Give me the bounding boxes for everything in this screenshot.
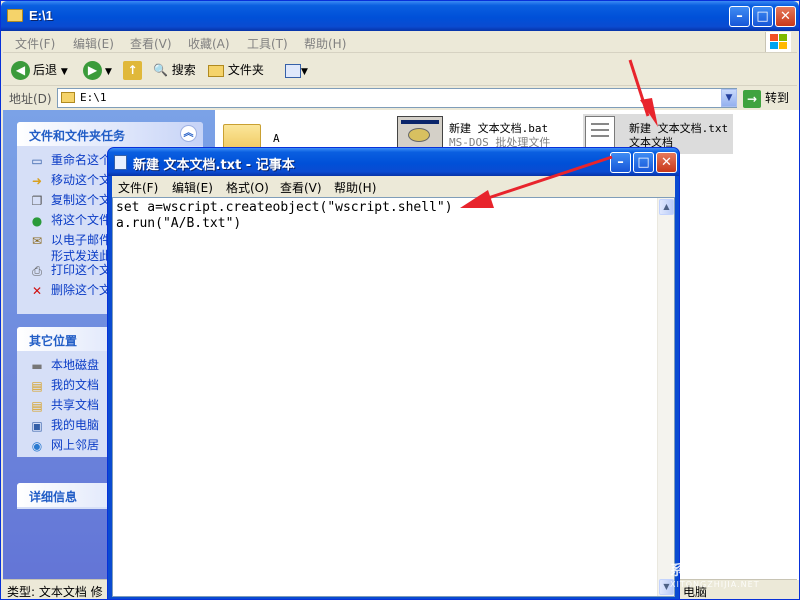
file-name: A (273, 132, 280, 145)
place-label: 我的文档 (51, 378, 100, 392)
watermark-logo: 系统之家 XITONGZHIJIA.NET (640, 560, 795, 594)
go-label: 转到 (765, 91, 790, 105)
menu-file[interactable]: 文件(F) (15, 35, 55, 52)
watermark-url: XITONGZHIJIA.NET (670, 580, 760, 589)
address-input[interactable]: E:\1 (57, 88, 737, 108)
delete-icon: ✕ (31, 284, 43, 298)
notepad-text-area[interactable]: set a=wscript.createobject("wscript.shel… (112, 197, 675, 597)
shared-folder-icon: ▤ (31, 399, 43, 413)
rename-icon: ▭ (31, 154, 43, 168)
scroll-up-icon[interactable]: ▲ (659, 199, 674, 215)
notepad-window: 新建 文本文档.txt - 记事本 – □ ✕ 文件(F) 编辑(E) 格式(O… (107, 147, 680, 600)
place-label: 本地磁盘 (51, 358, 100, 372)
explorer-toolbar: ◀ 后退 ▼ ▶ ▼ ↑ 🔍 搜索 文件夹 ▼ (3, 54, 797, 86)
folders-button[interactable]: 文件夹 (208, 59, 264, 81)
move-icon: ➜ (31, 174, 43, 188)
folders-icon (208, 64, 224, 77)
back-arrow-icon: ◀ (11, 61, 30, 80)
address-dropdown-button[interactable]: ▼ (721, 89, 737, 107)
notepad-menu-view[interactable]: 查看(V) (280, 179, 322, 196)
collapse-icon[interactable]: ︽ (180, 125, 197, 142)
address-label: 地址(D) (9, 92, 52, 106)
search-label: 搜索 (171, 63, 196, 77)
vertical-scrollbar[interactable]: ▲ ▼ (657, 198, 674, 596)
notepad-menu-help[interactable]: 帮助(H) (334, 179, 376, 196)
notepad-minimize-button[interactable]: – (610, 152, 631, 173)
place-label: 我的电脑 (51, 418, 100, 432)
disk-icon: ▬ (31, 359, 43, 373)
text-file-icon (585, 116, 615, 150)
maximize-button[interactable]: □ (752, 6, 773, 27)
explorer-title: E:\1 (29, 8, 53, 23)
address-bar: 地址(D) E:\1 ▼ → 转到 (3, 87, 797, 109)
go-button[interactable]: → 转到 (743, 88, 789, 108)
explorer-menubar: 文件(F) 编辑(E) 查看(V) 收藏(A) 工具(T) 帮助(H) (3, 31, 797, 53)
notepad-menu-format[interactable]: 格式(O) (226, 179, 269, 196)
notepad-title: 新建 文本文档.txt - 记事本 (133, 158, 295, 173)
place-label: 网上邻居 (51, 438, 100, 452)
file-tasks-header[interactable]: 文件和文件夹任务 ︽ (17, 122, 203, 146)
file-tasks-title: 文件和文件夹任务 (29, 129, 126, 143)
explorer-titlebar[interactable]: E:\1 – □ ✕ (1, 1, 799, 31)
folders-label: 文件夹 (227, 63, 264, 77)
back-button[interactable]: ◀ 后退 ▼ (11, 59, 68, 81)
watermark-text: 系统之家 (670, 563, 726, 579)
search-icon: 🔍 (153, 63, 168, 77)
minimize-button[interactable]: – (729, 6, 750, 27)
notepad-close-button[interactable]: ✕ (656, 152, 677, 173)
menu-help[interactable]: 帮助(H) (304, 35, 346, 52)
code-line: a.run("A/B.txt") (116, 216, 242, 231)
copy-icon: ❐ (31, 194, 43, 208)
up-folder-icon: ↑ (123, 61, 142, 80)
globe-icon: ● (31, 214, 43, 228)
menu-view[interactable]: 查看(V) (130, 35, 172, 52)
place-label: 共享文档 (51, 398, 100, 412)
notepad-maximize-button[interactable]: □ (633, 152, 654, 173)
task-email[interactable]: ✉ 以电子邮件形式发送此文件 (29, 232, 119, 262)
details-title: 详细信息 (29, 490, 78, 504)
search-button[interactable]: 🔍 搜索 (153, 59, 196, 81)
back-label: 后退 (33, 63, 58, 77)
computer-icon: ▣ (31, 419, 43, 433)
email-icon: ✉ (31, 234, 43, 248)
batch-file-icon (397, 116, 443, 150)
views-icon (285, 63, 301, 78)
go-arrow-icon: → (743, 89, 761, 108)
menu-tools[interactable]: 工具(T) (247, 35, 288, 52)
menu-favorites[interactable]: 收藏(A) (188, 35, 230, 52)
documents-icon: ▤ (31, 379, 43, 393)
notepad-icon (114, 155, 127, 170)
notepad-menu-file[interactable]: 文件(F) (118, 179, 158, 196)
menu-edit[interactable]: 编辑(E) (73, 35, 114, 52)
other-places-title: 其它位置 (29, 334, 78, 348)
up-folder-button[interactable]: ↑ (123, 59, 145, 81)
forward-arrow-icon: ▶ (83, 61, 102, 80)
windows-logo-icon (765, 32, 791, 52)
folder-icon (7, 9, 23, 22)
code-line: set a=wscript.createobject("wscript.shel… (116, 200, 453, 215)
status-type: 类型: 文本文档 修 (7, 585, 103, 599)
views-button[interactable]: ▼ (285, 59, 308, 81)
forward-button[interactable]: ▶ ▼ (83, 59, 112, 81)
notepad-titlebar[interactable]: 新建 文本文档.txt - 记事本 – □ ✕ (108, 148, 679, 176)
folder-icon (61, 92, 75, 103)
network-icon: ◉ (31, 439, 43, 453)
notepad-menu-edit[interactable]: 编辑(E) (172, 179, 213, 196)
task-label: 以电子邮件形式发送此文件 (51, 233, 112, 262)
address-path: E:\1 (80, 91, 107, 104)
close-button[interactable]: ✕ (775, 6, 796, 27)
notepad-menubar: 文件(F) 编辑(E) 格式(O) 查看(V) 帮助(H) (112, 176, 675, 197)
printer-icon: ⎙ (32, 264, 42, 278)
